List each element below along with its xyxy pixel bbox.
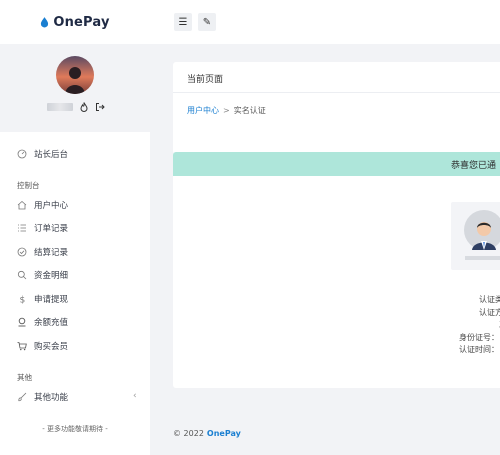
topbar: ☰ ✎: [150, 0, 500, 44]
breadcrumb: 用户中心 > 实名认证: [187, 105, 266, 116]
more-features-note: - 更多功能敬请期待 -: [42, 425, 108, 433]
section-console: 控制台: [17, 181, 40, 190]
sidebar: OnePay 站长后台 控制台 用户中心 订单记录 结算记录 资金明细 $ 申请…: [0, 0, 150, 455]
sidebar-item-label: 用户中心: [34, 201, 69, 211]
sidebar-item-fund-details[interactable]: 资金明细: [17, 268, 68, 282]
user-profile: [0, 44, 150, 132]
detail-line: 认证类: [479, 295, 500, 304]
sidebar-item-recharge[interactable]: 余额充值: [17, 315, 68, 329]
name-placeholder-bar: [465, 256, 500, 260]
gauge-icon: [17, 149, 27, 159]
home-icon: [17, 200, 27, 210]
footer-brand-link[interactable]: OnePay: [207, 429, 241, 438]
success-banner-text: 恭喜您已通: [451, 161, 497, 171]
copyright-text: © 2022: [173, 429, 204, 438]
detail-line: 身份证号：: [459, 332, 499, 342]
sidebar-item-label: 申请提现: [34, 295, 69, 305]
verification-card: 恭喜您已通 认证类 认证方 真 身份证号： 认证时间：: [173, 152, 500, 388]
section-other: 其他: [17, 373, 32, 382]
sidebar-item-buy-membership[interactable]: 购买会员: [17, 339, 68, 353]
success-banner: 恭喜您已通: [173, 152, 500, 176]
sidebar-item-user-center[interactable]: 用户中心: [17, 198, 68, 212]
divider: [173, 92, 500, 93]
username-blurred: [47, 103, 73, 111]
fire-icon[interactable]: [79, 102, 89, 112]
breadcrumb-home-link[interactable]: 用户中心: [187, 105, 219, 116]
avatar[interactable]: [56, 56, 94, 94]
breadcrumb-separator: >: [223, 106, 230, 115]
detail-line: 真: [433, 319, 500, 332]
theme-brush-button[interactable]: ✎: [198, 13, 216, 31]
verification-details: 认证类 认证方 真 身份证号： 认证时间：: [433, 294, 500, 357]
dollar-icon: $: [20, 296, 26, 305]
page-header-card: 当前页面 用户中心 > 实名认证: [173, 62, 500, 154]
person-avatar-icon: [464, 210, 500, 250]
cart-icon: [17, 342, 27, 351]
menu-icon: ☰: [178, 16, 188, 28]
brand-logo[interactable]: OnePay: [0, 0, 150, 44]
sidebar-item-orders[interactable]: 订单记录: [17, 221, 68, 235]
drop-icon: [41, 16, 49, 27]
brush-icon: [18, 392, 27, 402]
user-row: [47, 102, 105, 112]
bank-icon: [18, 317, 26, 327]
detail-line: 认证时间：: [459, 345, 499, 354]
sidebar-item-settlements[interactable]: 结算记录: [17, 245, 68, 259]
sidebar-item-withdraw[interactable]: $ 申请提现: [17, 292, 69, 306]
breadcrumb-current: 实名认证: [233, 106, 266, 115]
check-circle-icon: [17, 247, 27, 257]
logout-icon[interactable]: [95, 102, 105, 112]
menu-toggle-button[interactable]: ☰: [174, 13, 192, 31]
page-title: 当前页面: [187, 75, 224, 85]
verified-profile-box: [451, 202, 500, 270]
detail-line: 认证方: [479, 307, 500, 317]
main-content: 当前页面 用户中心 > 实名认证 恭喜您已通 认证类 认证方 真: [150, 44, 500, 455]
sidebar-item-label: 资金明细: [34, 271, 69, 281]
list-icon: [18, 224, 26, 232]
brush-icon: ✎: [202, 16, 212, 28]
svg-text:$: $: [20, 296, 26, 305]
brand-name: OnePay: [53, 14, 110, 30]
sidebar-item-other-features[interactable]: 其他功能: [17, 390, 68, 404]
footer: © 2022 OnePay: [173, 429, 241, 438]
chevron-left-icon[interactable]: ‹: [133, 391, 137, 401]
sidebar-item-site-admin[interactable]: 站长后台: [17, 147, 68, 161]
sidebar-item-label: 购买会员: [34, 342, 69, 352]
sidebar-item-label: 余额充值: [34, 318, 69, 328]
sidebar-item-label: 站长后台: [34, 150, 69, 160]
sidebar-item-label: 结算记录: [34, 248, 69, 258]
sidebar-item-label: 订单记录: [34, 224, 69, 234]
search-icon: [17, 270, 27, 280]
sidebar-item-label: 其他功能: [34, 393, 69, 403]
